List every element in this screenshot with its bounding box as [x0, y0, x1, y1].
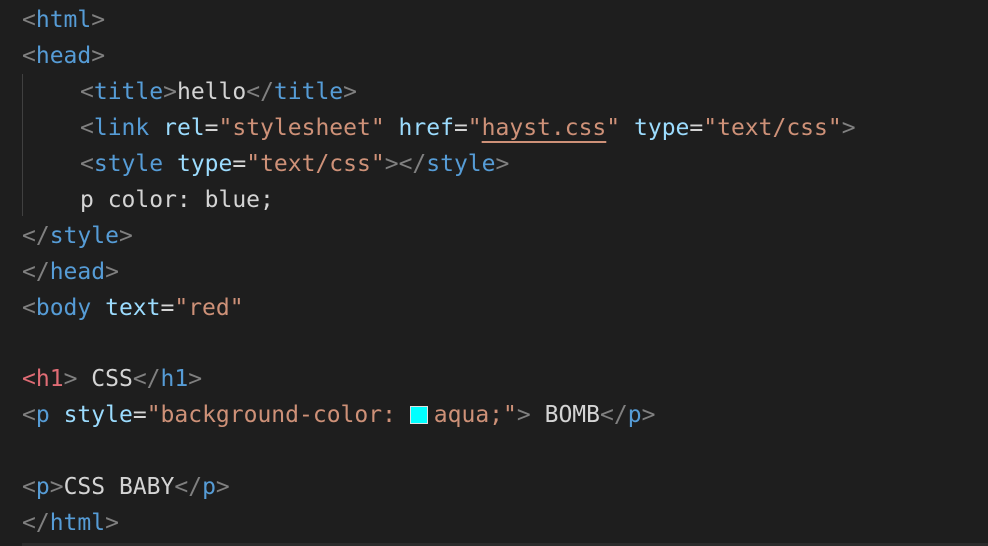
equals: = [160, 295, 175, 321]
code-line-11[interactable]: <h1> CSS</h1> [22, 361, 202, 397]
bracket: < [80, 79, 94, 105]
tag-name: p [627, 402, 642, 428]
bracket: < [80, 115, 94, 141]
bracket: </ [132, 366, 161, 392]
code-line-9[interactable]: <body text="red" [22, 290, 244, 326]
bracket: > [105, 259, 119, 285]
text-content: CSS BABY [63, 474, 175, 500]
bracket: < [22, 43, 36, 69]
bracket: </ [398, 151, 427, 177]
bracket: </ [22, 510, 50, 536]
bracket: </ [22, 259, 50, 285]
bracket: < [22, 474, 36, 500]
attribute-value: "text/css" [246, 151, 385, 177]
tag-name: style [426, 151, 496, 177]
attribute-name: text [105, 295, 161, 321]
text-content: p color: blue; [80, 187, 274, 213]
code-line-3[interactable]: <title>hello</title> [22, 74, 357, 110]
bracket: > [63, 366, 78, 392]
bracket: < [22, 7, 36, 33]
bracket: > [105, 510, 119, 536]
bracket: > [841, 115, 856, 141]
attribute-value: "text/css" [703, 115, 842, 141]
bracket: > [384, 151, 399, 177]
attribute-value: aqua;" [433, 402, 517, 428]
equals: = [232, 151, 247, 177]
code-line-6[interactable]: p color: blue; [22, 182, 274, 218]
bracket: > [163, 79, 177, 105]
bracket: > [516, 402, 531, 428]
tag-name: p [202, 474, 216, 500]
equals: = [204, 115, 219, 141]
attribute-value: "red" [174, 295, 244, 321]
bracket: > [495, 151, 510, 177]
bracket: > [91, 7, 106, 33]
tag-name: html [35, 7, 92, 33]
tag-name: head [35, 43, 92, 69]
code-line-15[interactable]: </html> [22, 505, 119, 541]
text-content: BOMB [530, 402, 600, 428]
quote: " [606, 115, 621, 141]
code-line-1[interactable]: <html> [22, 2, 105, 38]
bracket: </ [22, 223, 50, 249]
code-line-7[interactable]: </style> [22, 218, 133, 254]
stylesheet-link[interactable]: hayst.css [482, 115, 607, 141]
code-line-4[interactable]: <link rel="stylesheet" href="hayst.css" … [22, 110, 856, 146]
bracket: > [188, 366, 203, 392]
code-line-2[interactable]: <head> [22, 38, 105, 74]
text-content: hello [176, 79, 247, 105]
code-line-12[interactable]: <p style="background-color: aqua;"> BOMB… [22, 397, 655, 433]
code-line-14[interactable]: <p>CSS BABY</p> [22, 469, 230, 505]
code-line-8[interactable]: </head> [22, 254, 119, 290]
bracket: > [343, 79, 358, 105]
equals: = [132, 402, 147, 428]
attribute-name: href [398, 115, 454, 141]
bracket: < [22, 295, 36, 321]
tag-name: html [49, 510, 106, 536]
tag-name: p [35, 402, 50, 428]
attribute-value: "background-color: [146, 402, 410, 428]
equals: = [689, 115, 704, 141]
bracket: < [22, 366, 36, 392]
bracket: < [80, 151, 94, 177]
equals: = [453, 115, 468, 141]
tag-name: style [93, 151, 164, 177]
bracket: </ [600, 402, 628, 428]
bracket: </ [246, 79, 274, 105]
color-swatch-icon[interactable] [409, 406, 428, 424]
attribute-name: type [634, 115, 690, 141]
bracket: < [22, 402, 36, 428]
bracket: > [641, 402, 656, 428]
attribute-value: "stylesheet" [218, 115, 385, 141]
bracket: </ [174, 474, 203, 500]
tag-name: title [273, 79, 344, 105]
attribute-name: rel [163, 115, 205, 141]
bracket: > [118, 223, 133, 249]
tag-name: style [49, 223, 119, 249]
bracket: > [91, 43, 106, 69]
tag-name: body [35, 295, 92, 321]
quote: " [467, 115, 482, 141]
code-line-5[interactable]: <style type="text/css"></style> [22, 146, 509, 182]
attribute-name: style [63, 402, 133, 428]
tag-name: head [49, 259, 106, 285]
bracket: > [49, 474, 64, 500]
text-content: CSS [77, 366, 133, 392]
code-editor[interactable]: <html> <head> <title>hello</title> <link… [0, 0, 988, 546]
tag-name: h1 [160, 366, 189, 392]
tag-name: title [93, 79, 164, 105]
attribute-name: type [176, 151, 233, 177]
tag-name: link [93, 115, 150, 141]
bracket: > [215, 474, 230, 500]
tag-name: h1 [35, 366, 64, 392]
tag-name: p [35, 474, 50, 500]
